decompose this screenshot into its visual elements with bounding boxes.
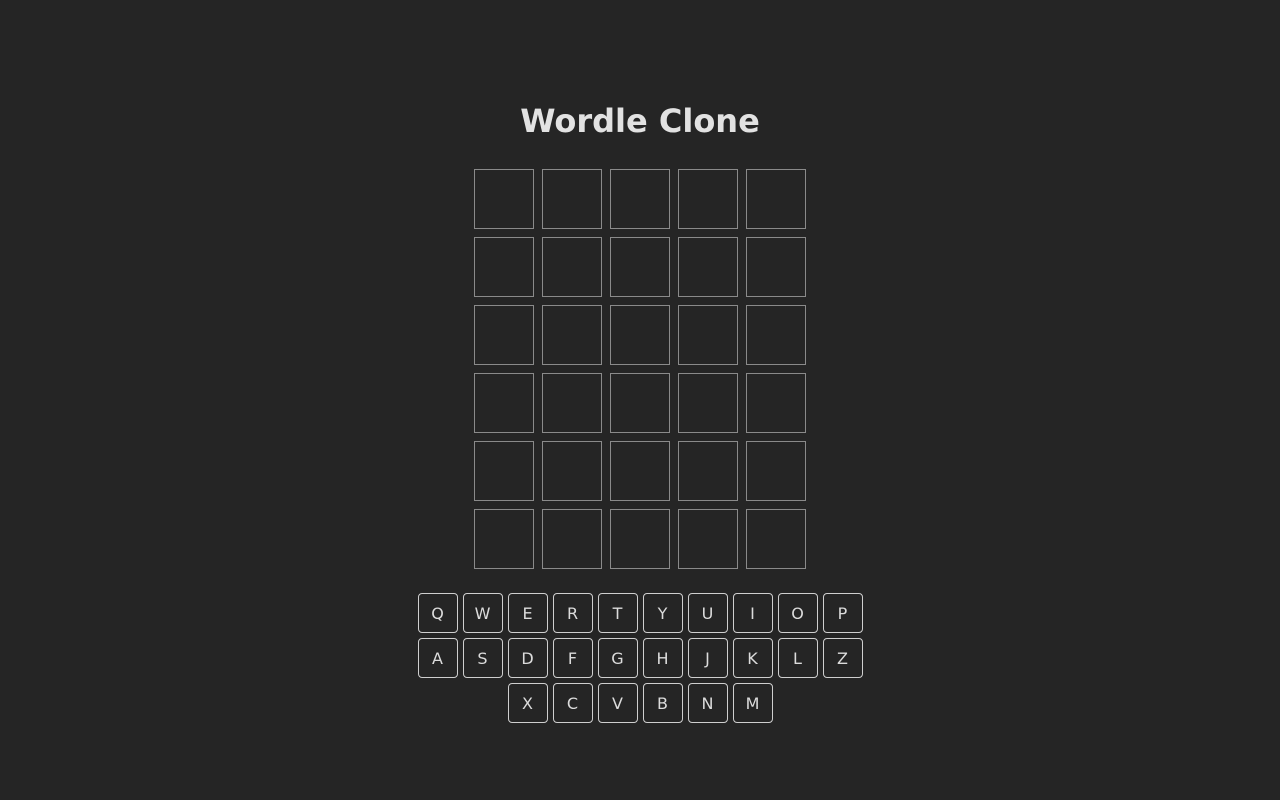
key-d[interactable]: D <box>507 638 548 678</box>
board-tile <box>474 305 534 365</box>
board-tile <box>542 305 602 365</box>
key-m[interactable]: M <box>732 683 773 723</box>
board-tile <box>678 169 738 229</box>
board-tile <box>542 509 602 569</box>
key-t[interactable]: T <box>597 593 638 633</box>
board-tile <box>678 441 738 501</box>
board-tile <box>610 169 670 229</box>
board-tile <box>746 509 806 569</box>
board-tile <box>746 305 806 365</box>
key-e[interactable]: E <box>507 593 548 633</box>
board-tile <box>678 509 738 569</box>
key-r[interactable]: R <box>552 593 593 633</box>
board-tile <box>678 305 738 365</box>
keyboard-row: QWERTYUIOP <box>0 593 1280 633</box>
board-tile <box>474 237 534 297</box>
board-tile <box>542 237 602 297</box>
board-tile <box>474 509 534 569</box>
board-tile <box>474 373 534 433</box>
board-tile <box>746 373 806 433</box>
board-tile <box>678 373 738 433</box>
board-tile <box>746 237 806 297</box>
key-w[interactable]: W <box>462 593 503 633</box>
board-tile <box>610 373 670 433</box>
board-tile <box>542 441 602 501</box>
board-tile <box>610 509 670 569</box>
key-q[interactable]: Q <box>417 593 458 633</box>
key-o[interactable]: O <box>777 593 818 633</box>
wordle-app: Wordle Clone QWERTYUIOP ASDFGHJKLZ XCVBNM <box>0 0 1280 800</box>
key-a[interactable]: A <box>417 638 458 678</box>
board-tile <box>474 169 534 229</box>
key-s[interactable]: S <box>462 638 503 678</box>
game-board <box>474 169 806 569</box>
key-j[interactable]: J <box>687 638 728 678</box>
board-tile <box>678 237 738 297</box>
board-tile <box>542 169 602 229</box>
key-n[interactable]: N <box>687 683 728 723</box>
key-f[interactable]: F <box>552 638 593 678</box>
key-l[interactable]: L <box>777 638 818 678</box>
key-v[interactable]: V <box>597 683 638 723</box>
on-screen-keyboard: QWERTYUIOP ASDFGHJKLZ XCVBNM <box>0 593 1280 728</box>
key-z[interactable]: Z <box>822 638 863 678</box>
key-g[interactable]: G <box>597 638 638 678</box>
board-tile <box>610 305 670 365</box>
keyboard-row: ASDFGHJKLZ <box>0 638 1280 678</box>
key-k[interactable]: K <box>732 638 773 678</box>
key-h[interactable]: H <box>642 638 683 678</box>
key-c[interactable]: C <box>552 683 593 723</box>
board-tile <box>746 441 806 501</box>
keyboard-row: XCVBNM <box>0 683 1280 723</box>
board-tile <box>474 441 534 501</box>
key-i[interactable]: I <box>732 593 773 633</box>
board-tile <box>542 373 602 433</box>
key-b[interactable]: B <box>642 683 683 723</box>
page-title: Wordle Clone <box>520 102 760 140</box>
key-p[interactable]: P <box>822 593 863 633</box>
key-x[interactable]: X <box>507 683 548 723</box>
key-u[interactable]: U <box>687 593 728 633</box>
key-y[interactable]: Y <box>642 593 683 633</box>
board-tile <box>610 237 670 297</box>
board-tile <box>746 169 806 229</box>
board-tile <box>610 441 670 501</box>
